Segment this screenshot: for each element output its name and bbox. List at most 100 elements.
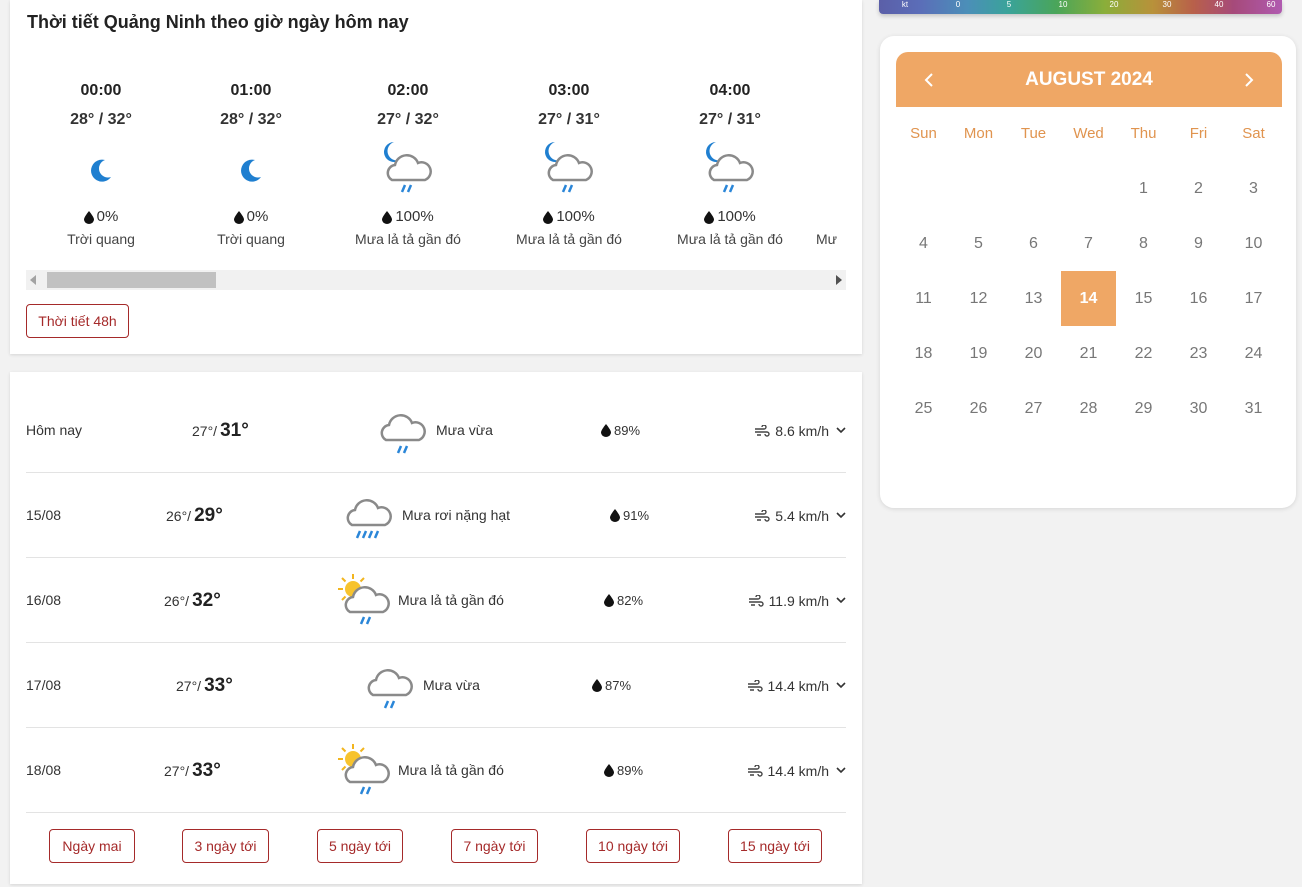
day-desc: Mưa rơi nặng hạt	[402, 507, 511, 523]
calendar-day[interactable]: 1	[1116, 161, 1171, 216]
hour-item: 03:00 27° / 31° 100% Mưa lả tả gần đó	[494, 70, 644, 249]
cloud-rain-icon	[380, 414, 426, 454]
calendar-day[interactable]: 4	[896, 216, 951, 271]
range-button-15-days[interactable]: 15 ngày tới	[728, 829, 822, 863]
calendar-next-button[interactable]	[1234, 52, 1264, 107]
calendar-day[interactable]: 15	[1116, 271, 1171, 326]
hour-temp: 28° / 32°	[220, 111, 282, 128]
day-date: 15/08	[26, 507, 62, 523]
moon-icon	[176, 135, 326, 205]
calendar-day[interactable]: 21	[1061, 326, 1116, 381]
day-date: 17/08	[26, 677, 62, 693]
weekday-label: Mon	[963, 125, 994, 142]
calendar-day[interactable]: 2	[1171, 161, 1226, 216]
hour-temp: 28° / 32°	[70, 111, 132, 128]
calendar-day[interactable]: 17	[1226, 271, 1281, 326]
chevron-down-icon[interactable]	[836, 512, 846, 519]
day-rain-value: 91%	[623, 508, 650, 523]
rain-drop-icon	[604, 764, 614, 777]
calendar-day[interactable]: 30	[1171, 381, 1226, 436]
calendar-day[interactable]: 22	[1116, 326, 1171, 381]
daily-row[interactable]: 15/08 26°/ 29° Mưa rơi nặng hạt 91% 5.4 …	[26, 473, 846, 558]
hour-item: 04:00 27° / 31° 100% Mưa lả tả gần đó	[655, 70, 805, 249]
calendar-day[interactable]: 23	[1171, 326, 1226, 381]
scroll-left-arrow-icon[interactable]	[30, 275, 36, 285]
range-button-7-days[interactable]: 7 ngày tới	[451, 829, 538, 863]
hourly-scroll-area[interactable]: 00:00 28° / 32° 0% Trời quang 01:00 28° …	[26, 70, 846, 260]
range-button-3-days[interactable]: 3 ngày tới	[182, 829, 269, 863]
range-button-5-days[interactable]: 5 ngày tới	[317, 829, 403, 863]
hour-time: 03:00	[548, 82, 590, 99]
calendar-day[interactable]: 18	[896, 326, 951, 381]
wind-icon	[755, 509, 770, 522]
daily-row[interactable]: Hôm nay 27°/ 31° Mưa vừa 89% 8.6 km/h	[26, 388, 846, 473]
day-desc: Mưa lả tả gần đó	[398, 762, 504, 778]
calendar-day[interactable]: 12	[951, 271, 1006, 326]
rain-drop-icon	[233, 210, 244, 224]
calendar-day[interactable]: 7	[1061, 216, 1116, 271]
legend-tick: 30	[1162, 0, 1172, 9]
chevron-down-icon[interactable]	[836, 682, 846, 689]
day-wind-value: 5.4 km/h	[775, 507, 829, 524]
hour-desc: Mưa lả tả gần đó	[355, 231, 461, 247]
calendar-day[interactable]: 6	[1006, 216, 1061, 271]
daily-row[interactable]: 17/08 27°/ 33° Mưa vừa 87% 14.4 km/h	[26, 643, 846, 728]
cloud-rain-icon	[367, 669, 413, 709]
range-button-tomorrow[interactable]: Ngày mai	[49, 829, 135, 863]
daily-row[interactable]: 16/08 26°/ 32° Mưa lả tả gần đó 82% 11.9…	[26, 558, 846, 643]
calendar-day[interactable]: 11	[896, 271, 951, 326]
calendar-day[interactable]: 10	[1226, 216, 1281, 271]
calendar-day[interactable]: 13	[1006, 271, 1061, 326]
day-rain: 89%	[601, 388, 640, 473]
calendar-day[interactable]: 31	[1226, 381, 1281, 436]
day-desc: Mưa lả tả gần đó	[398, 592, 504, 608]
calendar-day[interactable]: 24	[1226, 326, 1281, 381]
day-temp: 27°/ 31°	[192, 419, 249, 441]
calendar-day[interactable]: 16	[1171, 271, 1226, 326]
moon-cloud-rain-icon	[333, 135, 483, 205]
calendar-day[interactable]: 19	[951, 326, 1006, 381]
daily-row[interactable]: 18/08 27°/ 33° Mưa lả tả gần đó 89% 14.4…	[26, 728, 846, 813]
horizontal-scrollbar[interactable]	[26, 270, 846, 290]
chevron-down-icon[interactable]	[836, 427, 846, 434]
hour-rain-value: 0%	[246, 208, 269, 225]
calendar-day[interactable]: 9	[1171, 216, 1226, 271]
hour-time: 04:00	[709, 82, 751, 99]
day-temp-low: 27°	[176, 677, 198, 694]
hour-item: 01:00 28° / 32° 0% Trời quang	[176, 70, 326, 249]
hour-temp	[816, 109, 846, 131]
legend-tick: 5	[1006, 0, 1012, 9]
hour-rain	[816, 207, 846, 227]
hour-temp: 27° / 31°	[699, 111, 761, 128]
day-desc: Mưa vừa	[436, 422, 493, 438]
calendar-day[interactable]: 20	[1006, 326, 1061, 381]
range-button-10-days[interactable]: 10 ngày tới	[586, 829, 680, 863]
calendar-day[interactable]: 26	[951, 381, 1006, 436]
weekday-label: Tue	[1020, 125, 1047, 142]
calendar-day[interactable]: 25	[896, 381, 951, 436]
hourly-forecast-card: Thời tiết Quảng Ninh theo giờ ngày hôm n…	[10, 0, 862, 354]
calendar-day-today[interactable]: 14	[1061, 271, 1116, 326]
calendar-day[interactable]: 27	[1006, 381, 1061, 436]
hour-rain: 100%	[655, 207, 805, 227]
calendar-day[interactable]: 3	[1226, 161, 1281, 216]
scroll-thumb[interactable]	[47, 272, 216, 288]
scroll-right-arrow-icon[interactable]	[836, 275, 842, 285]
cloud-heavy-rain-icon	[346, 499, 392, 539]
day-wind-value: 14.4 km/h	[767, 762, 829, 779]
wind-icon	[747, 679, 763, 692]
calendar-day[interactable]: 8	[1116, 216, 1171, 271]
hour-icon-partial	[816, 135, 846, 205]
hour-temp: 27° / 31°	[538, 111, 600, 128]
calendar-day[interactable]: 5	[951, 216, 1006, 271]
chevron-down-icon[interactable]	[836, 767, 846, 774]
day-rain-value: 87%	[605, 678, 632, 693]
calendar-day[interactable]: 29	[1116, 381, 1171, 436]
rain-drop-icon	[382, 210, 393, 224]
day-temp: 26°/ 29°	[166, 504, 223, 526]
calendar-day[interactable]: 28	[1061, 381, 1116, 436]
day-wind-value: 11.9 km/h	[768, 592, 829, 609]
chevron-down-icon[interactable]	[836, 597, 846, 604]
day-wind-value: 8.6 km/h	[775, 422, 829, 439]
weather-48h-button[interactable]: Thời tiết 48h	[26, 304, 129, 338]
